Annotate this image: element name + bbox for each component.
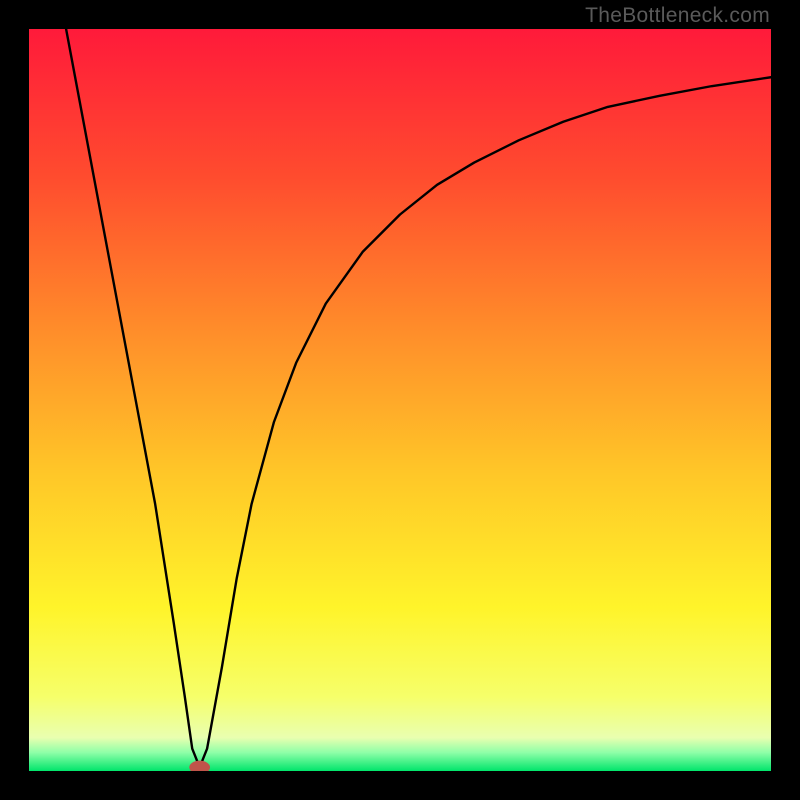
chart-frame bbox=[29, 29, 771, 771]
watermark-text: TheBottleneck.com bbox=[585, 4, 770, 28]
chart-background bbox=[29, 29, 771, 771]
bottleneck-chart bbox=[29, 29, 771, 771]
